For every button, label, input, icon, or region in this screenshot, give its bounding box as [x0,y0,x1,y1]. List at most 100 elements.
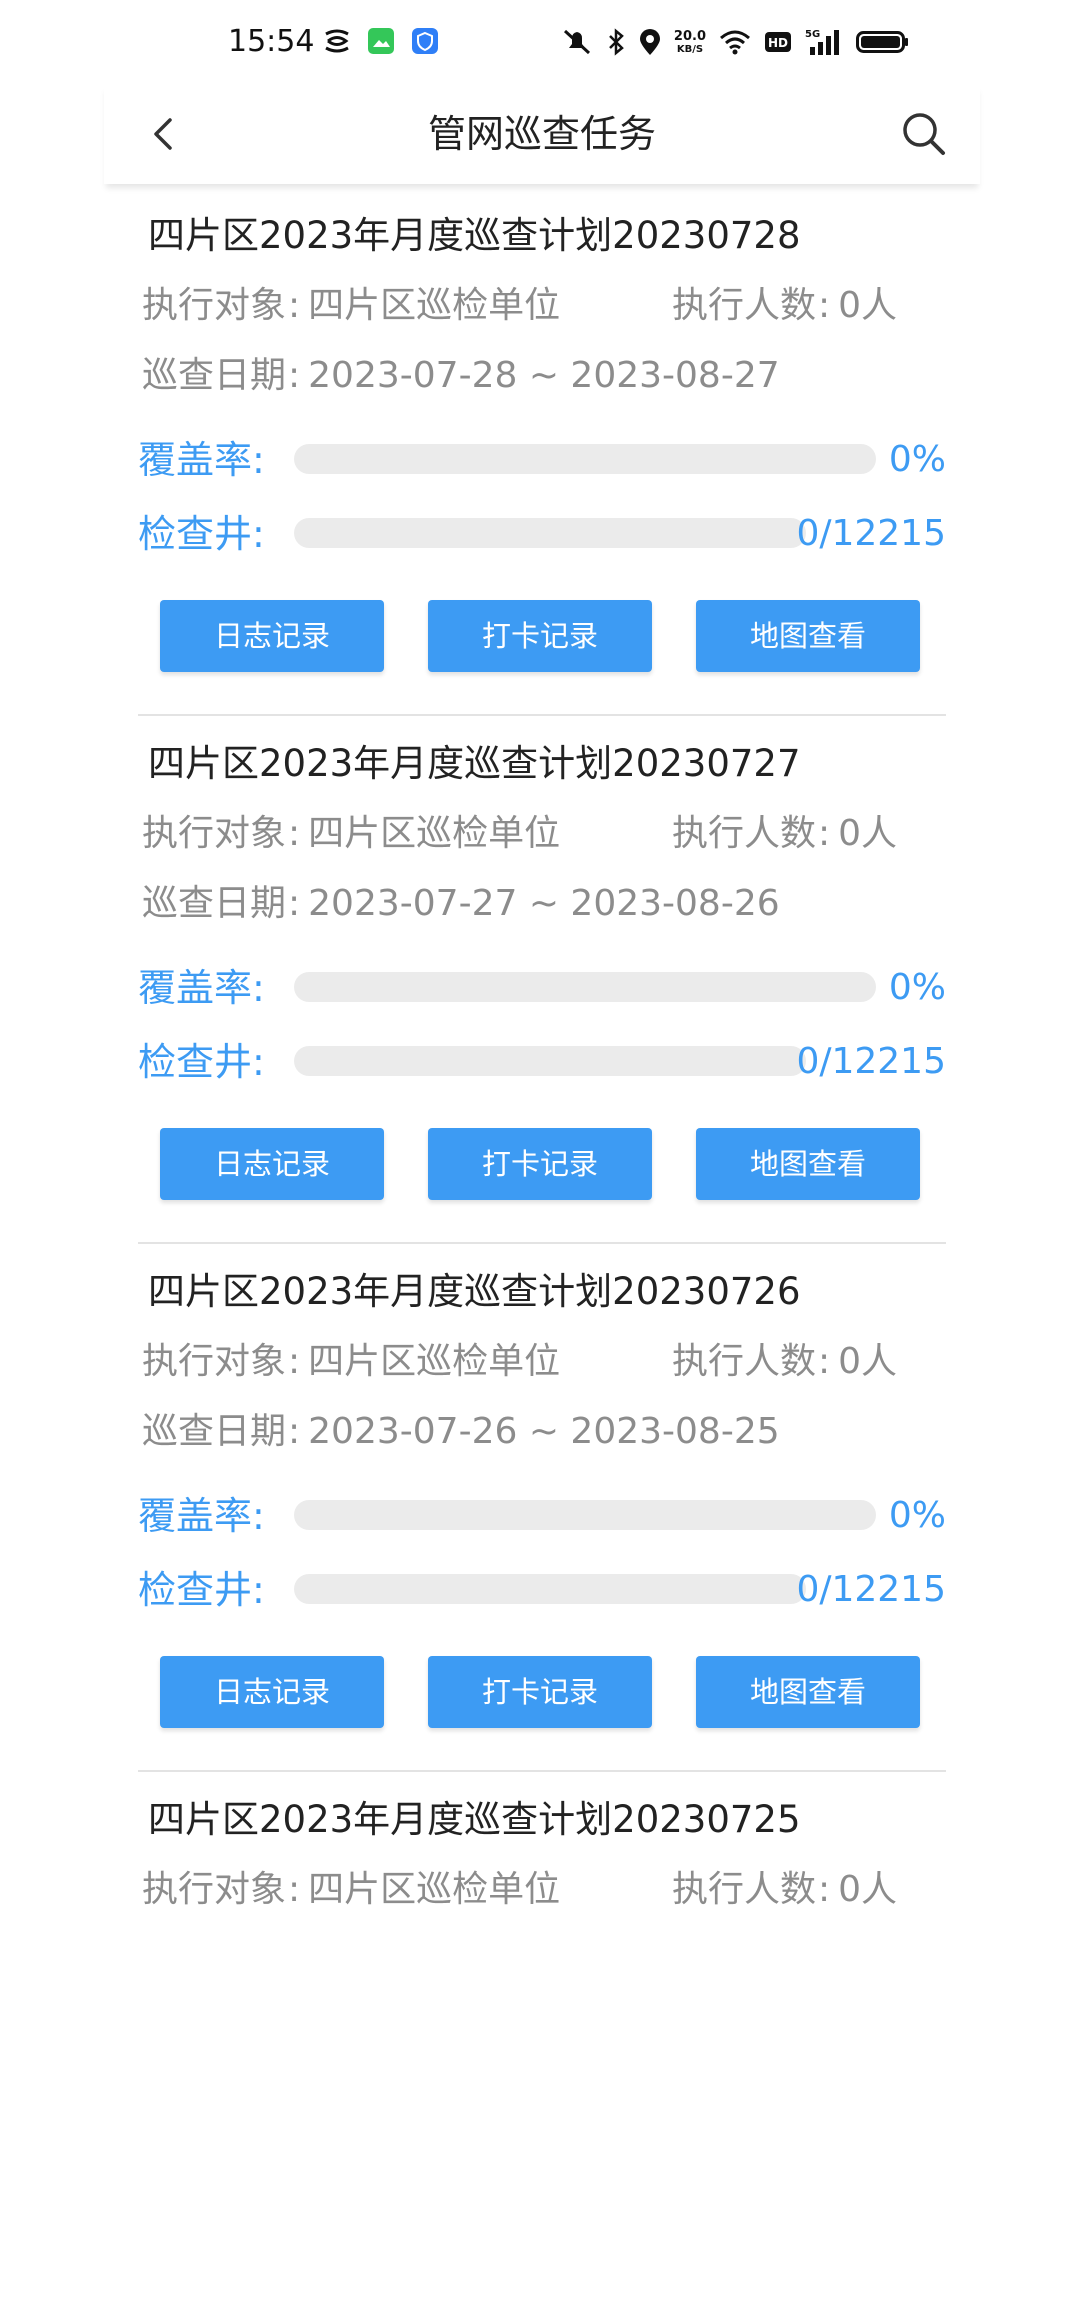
wells-row: 检查井: 0/12215 [138,1566,946,1614]
executor-count-label: 执行人数 [672,1341,817,1382]
executor-target-value: 四片区巡检单位 [308,813,561,854]
coverage-label: 覆盖率: [138,1494,265,1538]
log-record-button[interactable]: 日志记录 [160,600,384,672]
task-actions: 日志记录 打卡记录 地图查看 [160,600,920,672]
colon: : [818,1869,831,1910]
colon: : [288,355,301,396]
executor-count-value: 0人 [838,813,898,854]
patrol-date: 巡查日期: 2023-07-27 ~ 2023-08-26 [142,880,780,928]
coverage-value: 0% [888,967,946,1008]
executor-count-value: 0人 [838,1341,898,1382]
log-record-button[interactable]: 日志记录 [160,1128,384,1200]
map-view-button[interactable]: 地图查看 [696,1656,920,1728]
colon: : [818,285,831,326]
wells-row: 检查井: 0/12215 [138,1038,946,1086]
task-card[interactable]: 四片区2023年月度巡查计划20230726 执行对象: 四片区巡检单位 执行人数… [138,1244,946,1772]
checkin-record-button[interactable]: 打卡记录 [428,600,652,672]
executor-count: 执行人数: 0人 [672,282,897,330]
search-icon[interactable] [896,106,952,162]
checkin-record-button[interactable]: 打卡记录 [428,1128,652,1200]
wells-progress-bar [294,1574,806,1604]
executor-count-label: 执行人数 [672,285,817,326]
net-speed-unit: KB/S [676,43,704,55]
task-card[interactable]: 四片区2023年月度巡查计划20230725 执行对象: 四片区巡检单位 执行人数… [138,1772,946,2300]
map-view-button[interactable]: 地图查看 [696,600,920,672]
executor-target-value: 四片区巡检单位 [308,1341,561,1382]
bluetooth-icon [609,28,624,56]
coverage-row: 覆盖率: 0% [138,1492,946,1540]
task-card[interactable]: 四片区2023年月度巡查计划20230728 执行对象: 四片区巡检单位 执行人数… [138,188,946,716]
executor-target-label: 执行对象 [142,813,287,854]
colon: : [288,1411,301,1452]
wells-value: 0/12215 [796,513,946,554]
hd-icon: HD [765,32,791,52]
executor-count-value: 0人 [838,1869,898,1910]
executor-target-label: 执行对象 [142,285,287,326]
coverage-value: 0% [888,1495,946,1536]
net-speed: 20.0 KB/S [673,28,706,55]
patrol-date-value: 2023-07-26 ~ 2023-08-25 [308,1411,780,1452]
coverage-value: 0% [888,439,946,480]
status-app-icons [322,26,440,56]
signal-5g-icon: 5G [805,29,839,55]
task-actions: 日志记录 打卡记录 地图查看 [160,1128,920,1200]
coverage-row: 覆盖率: 0% [138,964,946,1012]
wells-label: 检查井: [138,1568,265,1612]
mute-icon [563,29,590,55]
coverage-progress-bar [294,1500,876,1530]
task-title: 四片区2023年月度巡查计划20230728 [148,214,801,257]
coverage-progress-bar [294,444,876,474]
patrol-date-label: 巡查日期 [142,883,287,924]
task-list: 四片区2023年月度巡查计划20230728 执行对象: 四片区巡检单位 执行人数… [138,188,946,2300]
page-title: 管网巡查任务 [427,112,656,156]
location-icon [639,29,660,55]
task-title: 四片区2023年月度巡查计划20230727 [148,742,801,785]
patrol-date-label: 巡查日期 [142,355,287,396]
executor-count: 执行人数: 0人 [672,1866,897,1914]
executor-count-label: 执行人数 [672,813,817,854]
map-view-button[interactable]: 地图查看 [696,1128,920,1200]
executor-target: 执行对象: 四片区巡检单位 [142,1866,560,1914]
colon: : [288,1341,301,1382]
executor-target-label: 执行对象 [142,1869,287,1910]
wells-value: 0/12215 [796,1041,946,1082]
colon: : [288,883,301,924]
checkin-record-button[interactable]: 打卡记录 [428,1656,652,1728]
wells-value: 0/12215 [796,1569,946,1610]
net-speed-value: 20.0 [673,28,706,44]
svg-text:5G: 5G [805,29,820,40]
colon: : [818,813,831,854]
coverage-row: 覆盖率: 0% [138,436,946,484]
wells-row: 检查井: 0/12215 [138,510,946,558]
colon: : [818,1341,831,1382]
executor-target-value: 四片区巡检单位 [308,285,561,326]
executor-target-label: 执行对象 [142,1341,287,1382]
task-title: 四片区2023年月度巡查计划20230726 [148,1270,801,1313]
executor-target: 执行对象: 四片区巡检单位 [142,1338,560,1386]
coverage-label: 覆盖率: [138,438,265,482]
svg-text:HD: HD [768,36,788,50]
colon: : [288,813,301,854]
task-title: 四片区2023年月度巡查计划20230725 [148,1798,801,1841]
task-card[interactable]: 四片区2023年月度巡查计划20230727 执行对象: 四片区巡检单位 执行人数… [138,716,946,1244]
wells-label: 检查井: [138,512,265,556]
colon: : [288,1869,301,1910]
patrol-date-value: 2023-07-27 ~ 2023-08-26 [308,883,780,924]
executor-count: 执行人数: 0人 [672,810,897,858]
status-time: 15:54 [228,24,315,59]
status-bar: 15:54 20.0 KB/S HD 5G [0,0,1080,84]
executor-target-value: 四片区巡检单位 [308,1869,561,1910]
nfc-icon [325,29,349,53]
wells-label: 检查井: [138,1040,265,1084]
battery-icon [856,31,908,53]
executor-count-label: 执行人数 [672,1869,817,1910]
status-icons-right: 20.0 KB/S HD 5G [560,22,910,62]
log-record-button[interactable]: 日志记录 [160,1656,384,1728]
executor-target: 执行对象: 四片区巡检单位 [142,282,560,330]
executor-count: 执行人数: 0人 [672,1338,897,1386]
app-header: 管网巡查任务 [104,84,980,184]
coverage-label: 覆盖率: [138,966,265,1010]
coverage-progress-bar [294,972,876,1002]
wifi-icon [720,30,750,55]
wells-progress-bar [294,518,806,548]
